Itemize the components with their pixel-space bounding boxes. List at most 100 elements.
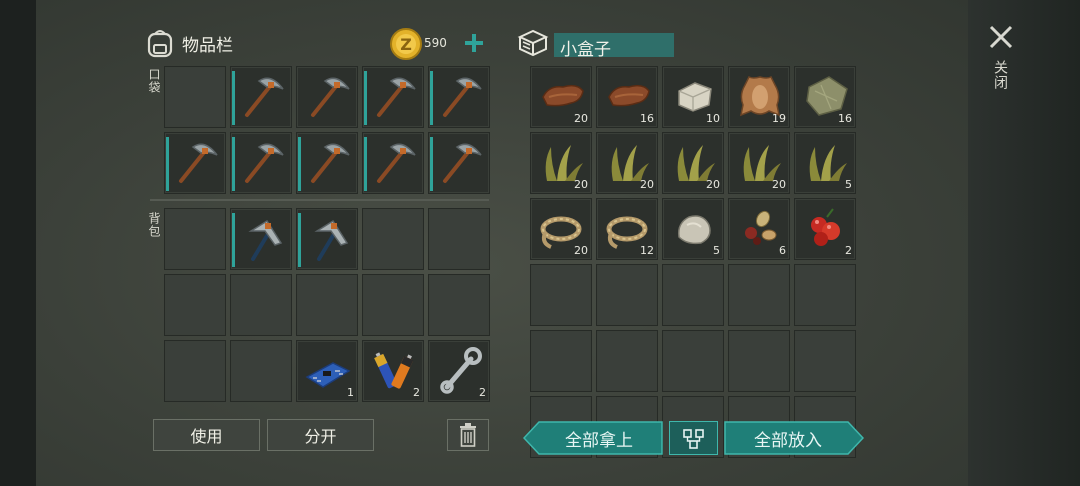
box-slot[interactable] xyxy=(596,330,658,392)
item-count: 2 xyxy=(479,386,486,399)
box-slot[interactable]: 19 xyxy=(728,66,790,128)
item-count: 2 xyxy=(413,386,420,399)
box-slot[interactable]: 5 xyxy=(794,132,856,194)
backpack-slot[interactable]: 1 xyxy=(296,340,358,402)
item-count: 16 xyxy=(640,112,654,125)
put-all-label: 全部放入 xyxy=(754,430,822,451)
pocket-slot[interactable] xyxy=(428,66,490,128)
hatchet-icon xyxy=(314,219,349,261)
backpack-slot[interactable] xyxy=(164,208,226,270)
sort-grid-icon xyxy=(683,429,704,449)
item-count: 19 xyxy=(772,112,786,125)
box-slot[interactable]: 20 xyxy=(530,198,592,260)
berries-icon xyxy=(811,208,840,246)
pickaxe-icon xyxy=(245,143,284,183)
pocket-slot[interactable] xyxy=(164,66,226,128)
box-slot[interactable]: 12 xyxy=(596,198,658,260)
pocket-slot[interactable] xyxy=(296,132,358,194)
coin-icon: Z xyxy=(390,28,422,60)
item-count: 1 xyxy=(347,386,354,399)
add-coins-button[interactable] xyxy=(464,33,484,53)
backpack-slot[interactable] xyxy=(230,340,292,402)
box-slot[interactable]: 20 xyxy=(530,66,592,128)
backpack-slot[interactable] xyxy=(428,274,490,336)
box-slot[interactable]: 16 xyxy=(596,66,658,128)
durability-bar xyxy=(298,213,301,267)
rock-icon xyxy=(677,215,711,245)
box-slot[interactable] xyxy=(794,264,856,326)
inventory-title: 物品栏 xyxy=(182,35,233,56)
durability-bar xyxy=(166,137,169,191)
pocket-slot[interactable] xyxy=(362,66,424,128)
take-all-label: 全部拿上 xyxy=(565,430,633,451)
pickaxe-icon xyxy=(443,77,482,117)
sort-button[interactable] xyxy=(669,421,718,455)
use-button[interactable]: 使用 xyxy=(153,419,260,451)
backpack-slot[interactable] xyxy=(230,274,292,336)
backpack-slot[interactable]: 2 xyxy=(362,340,424,402)
pickaxe-icon xyxy=(311,143,350,183)
backpack-slot[interactable]: 2 xyxy=(428,340,490,402)
pickaxe-icon xyxy=(377,77,416,117)
box-slot[interactable] xyxy=(662,264,724,326)
item-count: 20 xyxy=(772,178,786,191)
pickaxe-icon xyxy=(443,143,482,183)
box-slot[interactable]: 16 xyxy=(794,66,856,128)
put-all-button[interactable]: 全部放入 xyxy=(724,421,864,455)
box-slot[interactable] xyxy=(794,330,856,392)
item-count: 20 xyxy=(574,112,588,125)
durability-bar xyxy=(364,71,367,125)
box-slot[interactable]: 20 xyxy=(596,132,658,194)
backpack-slot[interactable] xyxy=(164,274,226,336)
backpack-slot[interactable] xyxy=(296,274,358,336)
backpack-slot[interactable] xyxy=(296,208,358,270)
backpack-slot[interactable] xyxy=(164,340,226,402)
box-slot[interactable] xyxy=(728,330,790,392)
box-slot[interactable]: 6 xyxy=(728,198,790,260)
box-slot[interactable]: 2 xyxy=(794,198,856,260)
backpack-slot[interactable] xyxy=(362,208,424,270)
backpack-slot[interactable] xyxy=(362,274,424,336)
pickaxe-icon xyxy=(377,143,416,183)
plus-icon xyxy=(465,34,483,52)
box-slot[interactable]: 5 xyxy=(662,198,724,260)
trash-button[interactable] xyxy=(447,419,489,451)
box-slot[interactable] xyxy=(530,264,592,326)
backpack-slot[interactable] xyxy=(428,208,490,270)
box-slot[interactable] xyxy=(728,264,790,326)
pocket-slot[interactable] xyxy=(296,66,358,128)
seeds-icon xyxy=(745,210,777,245)
pickaxe-icon xyxy=(311,77,350,117)
split-button[interactable]: 分开 xyxy=(267,419,374,451)
pocket-slot[interactable] xyxy=(428,132,490,194)
item-count: 20 xyxy=(640,178,654,191)
box-slot[interactable] xyxy=(596,264,658,326)
box-slot[interactable]: 20 xyxy=(530,132,592,194)
pocket-slot[interactable] xyxy=(230,66,292,128)
close-button[interactable] xyxy=(986,22,1016,52)
box-slot[interactable]: 10 xyxy=(662,66,724,128)
pocket-slot[interactable] xyxy=(230,132,292,194)
item-count: 20 xyxy=(574,178,588,191)
box-slot[interactable] xyxy=(530,330,592,392)
pocket-slot[interactable] xyxy=(164,132,226,194)
coin-count: 590 xyxy=(424,36,447,50)
box-slot[interactable]: 20 xyxy=(662,132,724,194)
box-slot[interactable] xyxy=(662,330,724,392)
batteries-icon xyxy=(374,352,414,389)
durability-bar xyxy=(364,137,367,191)
pickaxe-icon xyxy=(245,77,284,117)
box-slot[interactable]: 20 xyxy=(728,132,790,194)
durability-bar xyxy=(298,137,301,191)
item-count: 10 xyxy=(706,112,720,125)
box-icon xyxy=(516,28,550,58)
durability-bar xyxy=(232,71,235,125)
grass-icon xyxy=(809,145,847,181)
box-title-field[interactable]: 小盒子 xyxy=(554,33,674,60)
backpack-label: 背包 xyxy=(147,212,161,238)
close-icon xyxy=(989,25,1013,49)
take-all-button[interactable]: 全部拿上 xyxy=(523,421,663,455)
pocket-label: 口袋 xyxy=(147,68,161,94)
pocket-slot[interactable] xyxy=(362,132,424,194)
backpack-slot[interactable] xyxy=(230,208,292,270)
